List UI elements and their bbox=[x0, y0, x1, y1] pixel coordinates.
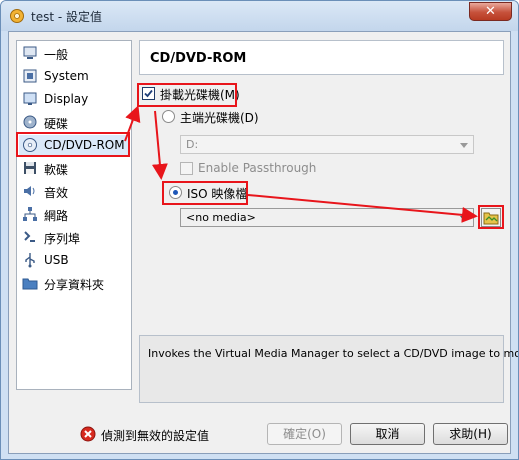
sidebar-item-general[interactable]: 一般 bbox=[19, 43, 129, 64]
error-icon bbox=[80, 426, 96, 442]
general-icon bbox=[23, 46, 37, 59]
sidebar-item-display[interactable]: Display bbox=[19, 89, 129, 110]
passthrough-label: Enable Passthrough bbox=[198, 161, 317, 175]
iso-image-radio[interactable] bbox=[169, 186, 182, 199]
sidebar-item-hard-disk[interactable]: 硬碟 bbox=[19, 112, 129, 133]
sidebar-item-label: 音效 bbox=[44, 186, 69, 200]
sidebar-item-label: System bbox=[44, 69, 89, 83]
sidebar-item-shared-folders[interactable]: 分享資料夾 bbox=[19, 273, 129, 294]
warning-text: 偵測到無效的設定值 bbox=[101, 429, 210, 443]
chevron-down-icon bbox=[460, 143, 468, 148]
sidebar-item-label: 序列埠 bbox=[44, 232, 81, 246]
host-drive-value: D: bbox=[186, 138, 199, 151]
sidebar-item-floppy[interactable]: 軟碟 bbox=[19, 158, 129, 179]
shared-folder-icon bbox=[22, 278, 38, 290]
open-media-manager-button[interactable] bbox=[481, 208, 501, 227]
settings-window: test - 設定值 ✕ 一般 System Display 硬碟 CD/DVD… bbox=[0, 0, 519, 460]
sidebar-item-serial-port[interactable]: 序列埠 bbox=[19, 227, 129, 248]
ok-button[interactable]: 確定(O) bbox=[267, 423, 342, 445]
serial-port-icon bbox=[24, 231, 35, 242]
sidebar-item-label: 分享資料夾 bbox=[44, 278, 105, 292]
page-title: CD/DVD-ROM bbox=[150, 51, 247, 66]
iso-image-label: ISO 映像檔 bbox=[187, 187, 248, 201]
cancel-button[interactable]: 取消 bbox=[350, 423, 425, 445]
sidebar-item-label: USB bbox=[44, 253, 69, 267]
virtualbox-gear-icon bbox=[10, 9, 24, 23]
sidebar-item-cd-dvd[interactable]: CD/DVD-ROM bbox=[19, 135, 129, 156]
display-icon bbox=[23, 92, 37, 105]
checkmark-icon bbox=[144, 89, 153, 98]
passthrough-checkbox[interactable] bbox=[180, 162, 193, 175]
close-icon: ✕ bbox=[485, 4, 496, 19]
host-drive-radio[interactable] bbox=[162, 110, 175, 123]
chevron-down-icon bbox=[460, 216, 468, 221]
network-icon bbox=[23, 207, 37, 221]
mount-drive-label: 掛載光碟機(M) bbox=[160, 88, 240, 102]
cd-dvd-icon bbox=[23, 138, 37, 152]
sidebar-item-label: CD/DVD-ROM bbox=[44, 138, 125, 152]
floppy-icon bbox=[24, 162, 36, 174]
sidebar-item-label: 網路 bbox=[44, 209, 69, 223]
help-button[interactable]: 求助(H) bbox=[433, 423, 508, 445]
audio-icon bbox=[24, 186, 35, 196]
usb-icon bbox=[25, 253, 35, 268]
host-drive-select[interactable]: D: bbox=[180, 135, 474, 154]
iso-image-value: <no media> bbox=[186, 211, 256, 224]
host-drive-label: 主端光碟機(D) bbox=[180, 111, 259, 125]
sidebar-item-usb[interactable]: USB bbox=[19, 250, 129, 271]
sidebar-item-label: 一般 bbox=[44, 48, 69, 62]
sidebar-item-label: 軟碟 bbox=[44, 163, 69, 177]
description-text: Invokes the Virtual Media Manager to sel… bbox=[148, 347, 519, 360]
title-bar: test - 設定值 ✕ bbox=[1, 1, 518, 31]
close-button[interactable]: ✕ bbox=[469, 2, 512, 21]
dialog-body: 一般 System Display 硬碟 CD/DVD-ROM 軟碟 音效 網路… bbox=[8, 31, 518, 454]
sidebar-item-network[interactable]: 網路 bbox=[19, 204, 129, 225]
settings-sidebar: 一般 System Display 硬碟 CD/DVD-ROM 軟碟 音效 網路… bbox=[16, 40, 132, 390]
hard-disk-icon bbox=[23, 115, 37, 129]
mount-drive-checkbox[interactable] bbox=[142, 87, 155, 100]
sidebar-item-audio[interactable]: 音效 bbox=[19, 181, 129, 202]
sidebar-item-system[interactable]: System bbox=[19, 66, 129, 87]
description-panel: Invokes the Virtual Media Manager to sel… bbox=[139, 335, 518, 403]
folder-open-icon bbox=[483, 212, 499, 225]
system-icon bbox=[23, 69, 37, 83]
sidebar-item-label: 硬碟 bbox=[44, 117, 69, 131]
page-header: CD/DVD-ROM bbox=[139, 40, 504, 75]
iso-image-select[interactable]: <no media> bbox=[180, 208, 474, 227]
sidebar-item-label: Display bbox=[44, 92, 89, 106]
window-title: test - 設定值 bbox=[31, 10, 103, 24]
